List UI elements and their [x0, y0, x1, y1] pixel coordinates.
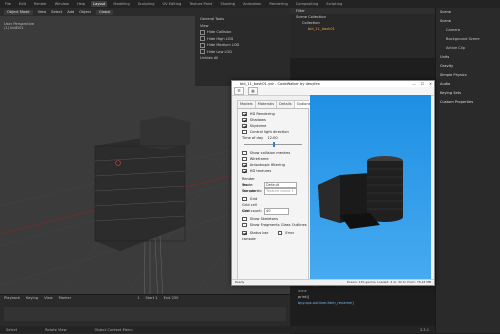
workspace-tab-window[interactable]: Window: [53, 1, 71, 7]
workspace-tab-uv-editing[interactable]: UV Editing: [161, 1, 184, 7]
outliner-item-object[interactable]: bld_11_bash01: [290, 26, 435, 32]
status-stats: Drawn: 130 geoms, Loaded: 4 dr, 32 tx Vr…: [346, 280, 431, 284]
checkbox-checked-icon[interactable]: [242, 162, 247, 168]
prop-gravity[interactable]: Gravity: [436, 62, 500, 71]
add-menu[interactable]: Add: [67, 10, 74, 14]
checkbox-icon[interactable]: [200, 36, 205, 41]
status-bar: Select Rotate View Object Context Menu 3…: [0, 326, 435, 333]
close-button[interactable]: ✕: [429, 81, 432, 87]
status-select: Select: [6, 327, 18, 332]
select-menu[interactable]: Select: [51, 10, 62, 14]
tab-models[interactable]: Models: [238, 101, 256, 108]
codewalker-window[interactable]: bld_11_bash01.ydr - CodeWalker by dexyfe…: [231, 80, 435, 286]
checkbox-icon[interactable]: [200, 42, 205, 48]
playback-menu[interactable]: Playback: [4, 296, 20, 300]
checkbox-icon[interactable]: [242, 216, 247, 222]
prop-active-clip[interactable]: Active Clip: [436, 44, 500, 53]
workspace-tab-modeling[interactable]: Modeling: [111, 1, 131, 7]
view-menu[interactable]: View: [38, 10, 47, 14]
end-frame[interactable]: End 250: [164, 296, 179, 300]
checkbox-icon[interactable]: [242, 196, 247, 202]
checkbox-icon[interactable]: [242, 150, 247, 156]
status-bar-option[interactable]: Status bar Error console: [238, 230, 308, 241]
checkbox-checked-icon[interactable]: [242, 111, 247, 117]
current-frame[interactable]: 1: [137, 296, 139, 300]
checkbox-checked-icon[interactable]: [242, 168, 247, 174]
checkbox-icon[interactable]: [242, 156, 247, 162]
tab-details[interactable]: Details: [277, 101, 295, 108]
timeline-view-menu[interactable]: View: [44, 296, 53, 300]
prop-camera[interactable]: Camera: [436, 26, 500, 35]
menu-icon[interactable]: ☰: [234, 87, 244, 95]
outliner: Filter Scene Collection Collection bld_1…: [290, 8, 435, 58]
mode-dropdown[interactable]: Object Mode: [4, 9, 33, 15]
timeline-track[interactable]: [4, 307, 286, 321]
workspace-tab-scripting[interactable]: Scripting: [324, 1, 344, 7]
checkbox-checked-icon[interactable]: [242, 117, 247, 123]
window-title: bld_11_bash01.ydr - CodeWalker by dexyfe…: [240, 82, 320, 86]
viewport-label: User Perspective (1) bldEl01: [4, 22, 34, 30]
workspace-tab-sculpting[interactable]: Sculpting: [136, 1, 157, 7]
window-status-bar: Ready Drawn: 130 geoms, Loaded: 4 dr, 32…: [232, 279, 434, 285]
workspace-tab-render[interactable]: Render: [32, 1, 49, 7]
transform-orientation[interactable]: Global: [95, 9, 114, 15]
viewport-header: Object Mode View Select Add Object Globa…: [0, 8, 290, 16]
tab-bar: Models Materials Details Options: [238, 101, 314, 109]
prop-audio[interactable]: Audio: [436, 80, 500, 89]
top-menu-bar: File Edit Render Window Help Layout Modeling Sc…: [0, 0, 500, 8]
checkbox-icon[interactable]: [242, 222, 247, 228]
building-model[interactable]: [94, 116, 190, 309]
window-titlebar[interactable]: bld_11_bash01.ydr - CodeWalker by dexyfe…: [232, 81, 434, 87]
checkbox-icon[interactable]: [277, 230, 283, 236]
options-panel: Models Materials Details Options HD Rend…: [237, 100, 314, 281]
properties-section-scene[interactable]: Scene: [436, 8, 500, 17]
object-menu[interactable]: Object: [79, 10, 91, 14]
time-of-day-value: 12:00: [267, 136, 278, 140]
properties-section-scene-sub[interactable]: Scene: [436, 17, 500, 26]
workspace-tab-texture-paint[interactable]: Texture Paint: [187, 1, 214, 7]
status-rotate: Rotate View: [45, 327, 67, 332]
start-frame[interactable]: Start 1: [145, 296, 157, 300]
tex-coords-select[interactable]: Texture coord 1: [264, 188, 297, 195]
workspace-tab-shading[interactable]: Shading: [218, 1, 237, 7]
checkbox-checked-icon[interactable]: [242, 230, 247, 236]
render-view[interactable]: [310, 95, 431, 279]
time-of-day-label: Time of day: [242, 136, 264, 140]
prop-custom-properties[interactable]: Custom Properties: [436, 98, 500, 107]
unhide-all-button[interactable]: Unhide All: [195, 55, 290, 62]
show-fragments-option[interactable]: Show Fragments Glass Outlines: [238, 222, 308, 228]
checkbox-icon[interactable]: [200, 49, 205, 54]
workspace-tab-file[interactable]: File: [3, 1, 13, 7]
maximize-button[interactable]: ☐: [421, 81, 424, 87]
prop-background-scene[interactable]: Background Scene: [436, 35, 500, 44]
tab-materials[interactable]: Materials: [256, 101, 278, 108]
rendered-building: [318, 156, 403, 229]
status-version: 3.3.1: [419, 327, 429, 332]
prop-simple-physics[interactable]: Simple Physics: [436, 71, 500, 80]
keying-menu[interactable]: Keying: [26, 296, 38, 300]
viewport-object-label: (1) bldEl01: [4, 26, 24, 30]
workspace-tab-layout[interactable]: Layout: [91, 1, 108, 7]
workspace-tab-compositing[interactable]: Compositing: [294, 1, 321, 7]
checkbox-checked-icon[interactable]: [242, 123, 247, 129]
prop-units[interactable]: Units: [436, 53, 500, 62]
prop-keying-sets[interactable]: Keying Sets: [436, 89, 500, 98]
status-ready: Ready: [235, 280, 245, 284]
status-context: Object Context Menu: [94, 327, 133, 332]
workspace-tab-edit[interactable]: Edit: [17, 1, 28, 7]
checkbox-icon[interactable]: [242, 129, 247, 135]
time-of-day-slider[interactable]: [244, 141, 302, 147]
properties-panel: Scene Scene Camera Background Scene Acti…: [435, 8, 500, 333]
minimize-button[interactable]: —: [412, 81, 416, 87]
checkbox-icon[interactable]: [200, 29, 205, 35]
workspace-tab-animation[interactable]: Animation: [241, 1, 263, 7]
grid-icon[interactable]: ▦: [248, 87, 258, 95]
grid-count-select[interactable]: 40: [264, 208, 289, 215]
console-line: bpy.ops.outliner.item_rename(): [298, 301, 354, 305]
workspace-tab-rendering[interactable]: Rendering: [267, 1, 289, 7]
marker-menu[interactable]: Marker: [59, 296, 71, 300]
sidebar-panel: General Tools View Hide Collision Hide H…: [195, 16, 290, 86]
workspace-tab-help[interactable]: Help: [75, 1, 87, 7]
